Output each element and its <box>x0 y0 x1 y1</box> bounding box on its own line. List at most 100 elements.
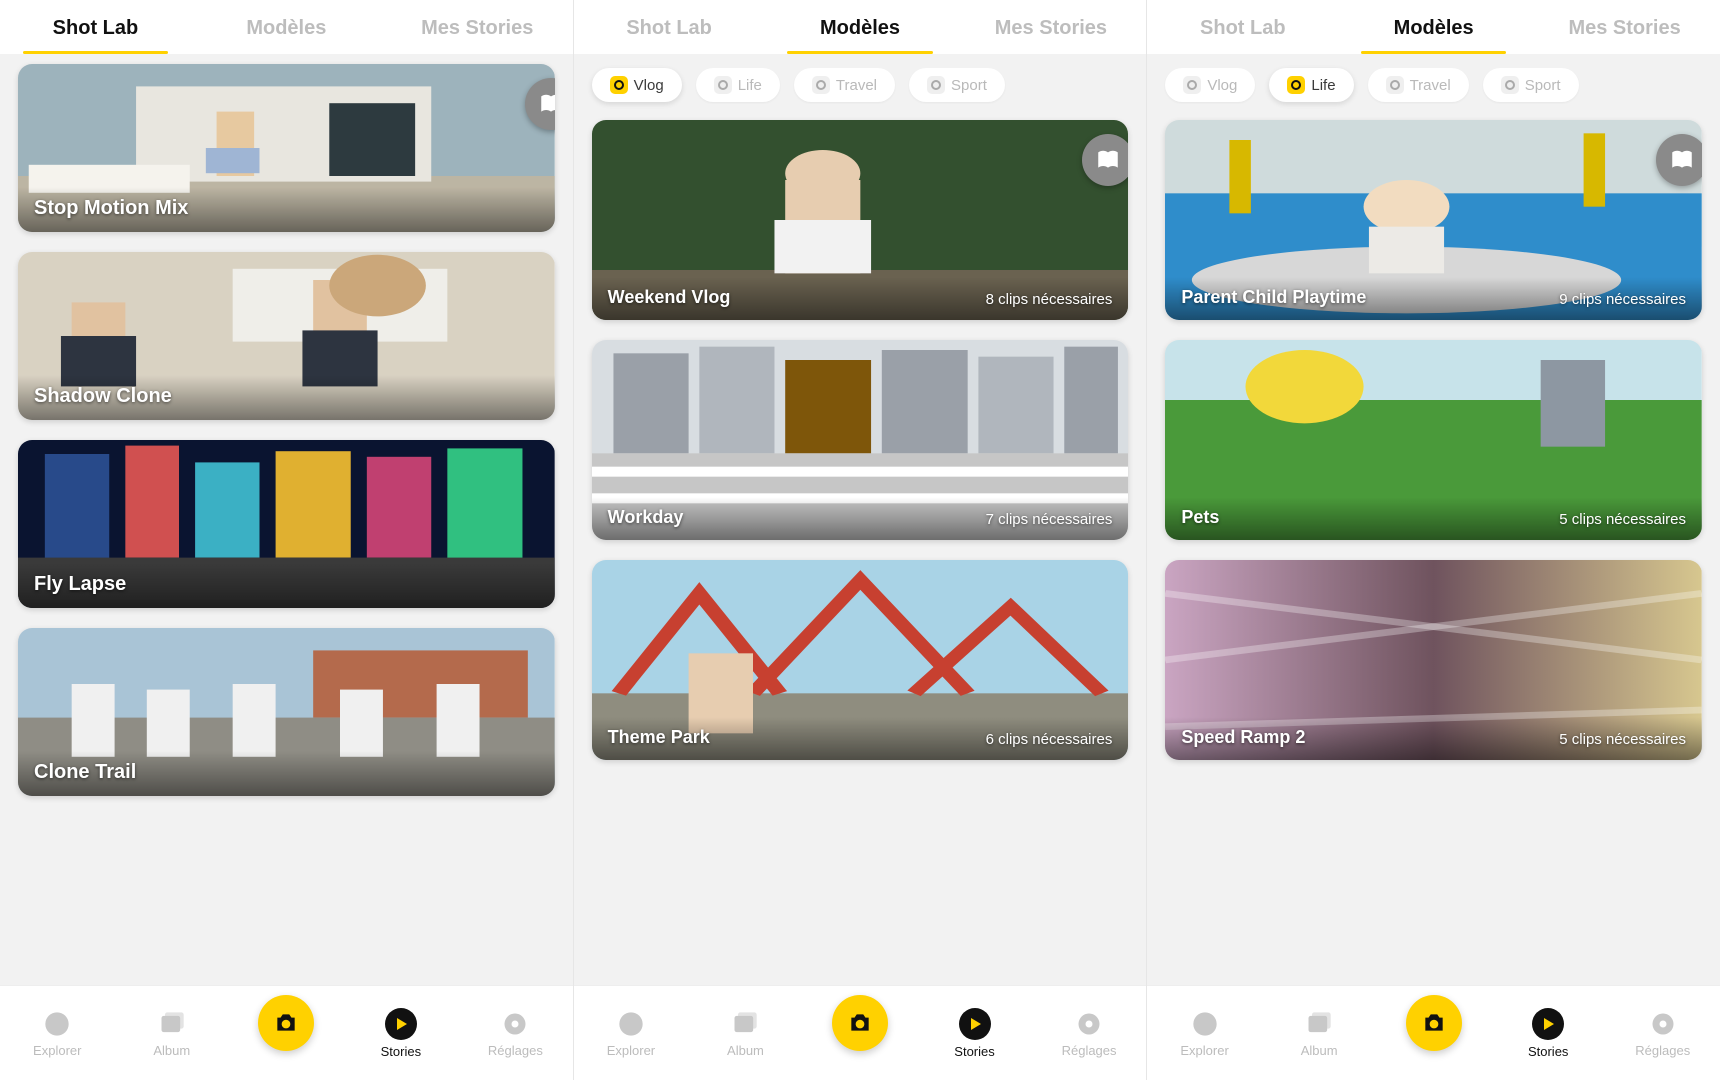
bottom-nav: Explorer Album Stories Réglages <box>0 985 573 1080</box>
nav-label: Explorer <box>1180 1043 1228 1058</box>
nav-reglages[interactable]: Réglages <box>470 1009 560 1058</box>
card-meta: 9 clips nécessaires <box>1559 291 1686 308</box>
nav-reglages[interactable]: Réglages <box>1618 1009 1708 1058</box>
nav-label: Explorer <box>607 1043 655 1058</box>
card-theme-park[interactable]: Theme Park 6 clips nécessaires <box>592 560 1129 760</box>
card-pets[interactable]: Pets 5 clips nécessaires <box>1165 340 1702 540</box>
pill-icon <box>1183 76 1201 94</box>
pill-label: Life <box>738 77 762 94</box>
card-title: Pets <box>1181 507 1219 528</box>
album-icon <box>730 1009 760 1039</box>
pill-icon <box>610 76 628 94</box>
pill-vlog[interactable]: Vlog <box>592 68 682 102</box>
pill-icon <box>812 76 830 94</box>
pill-icon <box>927 76 945 94</box>
tab-shot-lab[interactable]: Shot Lab <box>0 17 191 54</box>
card-list: Parent Child Playtime 9 clips nécessaire… <box>1147 110 1720 985</box>
card-list: Weekend Vlog 8 clips nécessaires Workday… <box>574 110 1147 985</box>
card-speed-ramp[interactable]: Speed Ramp 2 5 clips nécessaires <box>1165 560 1702 760</box>
card-title: Clone Trail <box>34 761 136 784</box>
tab-modeles[interactable]: Modèles <box>765 17 956 54</box>
play-icon <box>1532 1008 1564 1040</box>
tab-shot-lab[interactable]: Shot Lab <box>574 17 765 54</box>
card-workday[interactable]: Workday 7 clips nécessaires <box>592 340 1129 540</box>
pill-label: Vlog <box>634 77 664 94</box>
nav-explorer[interactable]: Explorer <box>586 1009 676 1058</box>
nav-album[interactable]: Album <box>127 1009 217 1058</box>
nav-explorer[interactable]: Explorer <box>1160 1009 1250 1058</box>
nav-stories[interactable]: Stories <box>930 1008 1020 1059</box>
card-meta: 8 clips nécessaires <box>986 291 1113 308</box>
card-title: Weekend Vlog <box>608 287 731 308</box>
nav-stories[interactable]: Stories <box>356 1008 446 1059</box>
card-title: Workday <box>608 507 684 528</box>
pill-sport[interactable]: Sport <box>1483 68 1579 102</box>
pill-sport[interactable]: Sport <box>909 68 1005 102</box>
pill-icon <box>1287 76 1305 94</box>
pill-life[interactable]: Life <box>696 68 780 102</box>
compass-icon <box>616 1009 646 1039</box>
guide-icon[interactable] <box>1656 134 1702 186</box>
nav-label: Stories <box>1528 1044 1568 1059</box>
card-stop-motion-mix[interactable]: Stop Motion Mix <box>18 64 555 232</box>
top-tabs: Shot Lab Modèles Mes Stories <box>574 0 1147 54</box>
filter-pills: Vlog Life Travel Sport <box>1147 54 1720 110</box>
nav-camera[interactable] <box>241 1015 331 1051</box>
card-meta: 5 clips nécessaires <box>1559 511 1686 528</box>
tab-shot-lab[interactable]: Shot Lab <box>1147 17 1338 54</box>
compass-icon <box>42 1009 72 1039</box>
tab-mes-stories[interactable]: Mes Stories <box>382 17 573 54</box>
top-tabs: Shot Lab Modèles Mes Stories <box>1147 0 1720 54</box>
nav-camera[interactable] <box>1389 1015 1479 1051</box>
nav-camera[interactable] <box>815 1015 905 1051</box>
card-list: Stop Motion Mix Shadow Clone <box>0 54 573 985</box>
pill-icon <box>714 76 732 94</box>
camera-icon <box>832 995 888 1051</box>
card-shadow-clone[interactable]: Shadow Clone <box>18 252 555 420</box>
pill-icon <box>1501 76 1519 94</box>
card-title: Speed Ramp 2 <box>1181 727 1305 748</box>
card-clone-trail[interactable]: Clone Trail <box>18 628 555 796</box>
gear-icon <box>1074 1009 1104 1039</box>
pill-label: Sport <box>1525 77 1561 94</box>
pill-travel[interactable]: Travel <box>794 68 895 102</box>
tab-modeles[interactable]: Modèles <box>191 17 382 54</box>
tab-modeles[interactable]: Modèles <box>1338 17 1529 54</box>
card-title: Theme Park <box>608 727 710 748</box>
nav-stories[interactable]: Stories <box>1503 1008 1593 1059</box>
nav-album[interactable]: Album <box>700 1009 790 1058</box>
card-title: Fly Lapse <box>34 573 126 596</box>
card-fly-lapse[interactable]: Fly Lapse <box>18 440 555 608</box>
nav-label: Stories <box>381 1044 421 1059</box>
card-parent-child[interactable]: Parent Child Playtime 9 clips nécessaire… <box>1165 120 1702 320</box>
gear-icon <box>500 1009 530 1039</box>
nav-label: Explorer <box>33 1043 81 1058</box>
card-title: Stop Motion Mix <box>34 197 188 220</box>
album-icon <box>1304 1009 1334 1039</box>
nav-album[interactable]: Album <box>1274 1009 1364 1058</box>
card-title: Parent Child Playtime <box>1181 287 1366 308</box>
pill-life[interactable]: Life <box>1269 68 1353 102</box>
album-icon <box>157 1009 187 1039</box>
card-title: Shadow Clone <box>34 385 172 408</box>
nav-label: Album <box>1301 1043 1338 1058</box>
tab-mes-stories[interactable]: Mes Stories <box>1529 17 1720 54</box>
nav-explorer[interactable]: Explorer <box>12 1009 102 1058</box>
nav-reglages[interactable]: Réglages <box>1044 1009 1134 1058</box>
tab-mes-stories[interactable]: Mes Stories <box>955 17 1146 54</box>
pill-vlog[interactable]: Vlog <box>1165 68 1255 102</box>
play-icon <box>385 1008 417 1040</box>
pill-label: Life <box>1311 77 1335 94</box>
pill-label: Vlog <box>1207 77 1237 94</box>
guide-icon[interactable] <box>1082 134 1128 186</box>
bottom-nav: Explorer Album Stories Réglages <box>1147 985 1720 1080</box>
camera-icon <box>258 995 314 1051</box>
card-meta: 7 clips nécessaires <box>986 511 1113 528</box>
play-icon <box>959 1008 991 1040</box>
nav-label: Réglages <box>1635 1043 1690 1058</box>
pill-label: Sport <box>951 77 987 94</box>
nav-label: Album <box>727 1043 764 1058</box>
pill-travel[interactable]: Travel <box>1368 68 1469 102</box>
bottom-nav: Explorer Album Stories Réglages <box>574 985 1147 1080</box>
card-weekend-vlog[interactable]: Weekend Vlog 8 clips nécessaires <box>592 120 1129 320</box>
